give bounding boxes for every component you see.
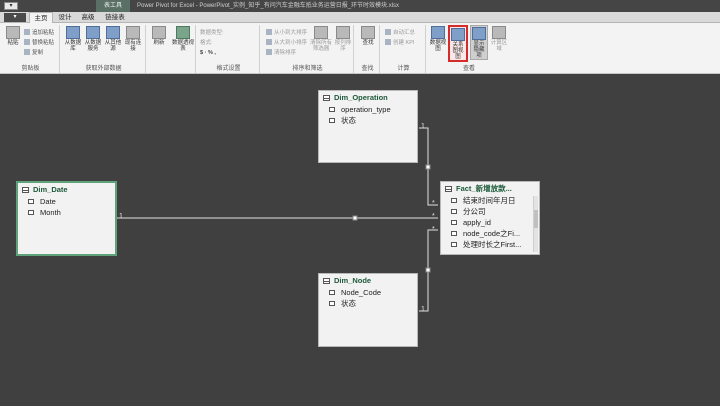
column-duration-first[interactable]: 处理时长之First... (441, 239, 539, 250)
relationship-handle-date[interactable] (352, 215, 358, 221)
column-icon (329, 301, 335, 306)
column-branch[interactable]: 分公司 (441, 206, 539, 217)
table-header[interactable]: Fact_新增放款... (441, 182, 539, 195)
table-header[interactable]: Dim_Node (319, 274, 417, 287)
column-month[interactable]: Month (18, 207, 115, 218)
column-status[interactable]: 状态 (319, 298, 417, 309)
table-header[interactable]: Dim_Operation (319, 91, 417, 104)
table-icon (323, 94, 330, 101)
column-end-date[interactable]: 结束时间年月日 (441, 195, 539, 206)
column-icon (451, 198, 457, 203)
column-status[interactable]: 状态 (319, 115, 417, 126)
column-apply-id[interactable]: apply_id (441, 217, 539, 228)
cardinality-date-many: * (432, 213, 435, 220)
column-icon (451, 231, 457, 236)
column-node-code[interactable]: Node_Code (319, 287, 417, 298)
column-icon (28, 210, 34, 215)
column-icon (28, 199, 34, 204)
table-dim-operation[interactable]: Dim_Operation operation_type 状态 (318, 90, 418, 163)
table-icon (22, 186, 29, 193)
column-icon (451, 220, 457, 225)
column-date[interactable]: Date (18, 196, 115, 207)
cardinality-date-one: 1 (119, 213, 123, 220)
column-icon (329, 290, 335, 295)
cardinality-node-many: * (432, 226, 435, 233)
table-icon (323, 277, 330, 284)
table-fact[interactable]: Fact_新增放款... 结束时间年月日 分公司 apply_id node_c… (440, 181, 540, 255)
scrollbar-thumb[interactable] (534, 210, 538, 228)
table-dim-date[interactable]: Dim_Date Date Month (16, 181, 117, 256)
column-icon (451, 209, 457, 214)
relationship-handle-node[interactable] (425, 267, 431, 273)
column-icon (329, 107, 335, 112)
column-icon (329, 118, 335, 123)
relationship-handle-operation[interactable] (425, 164, 431, 170)
column-operation-type[interactable]: operation_type (319, 104, 417, 115)
table-scrollbar[interactable] (533, 196, 538, 252)
table-dim-node[interactable]: Dim_Node Node_Code 状态 (318, 273, 418, 347)
table-header[interactable]: Dim_Date (18, 183, 115, 196)
table-icon (445, 185, 452, 192)
column-icon (451, 242, 457, 247)
cardinality-operation-many: * (432, 200, 435, 207)
cardinality-node-one: 1 (421, 306, 425, 313)
cardinality-operation-one: 1 (421, 123, 425, 130)
column-node-code-first[interactable]: node_code之Fi... (441, 228, 539, 239)
